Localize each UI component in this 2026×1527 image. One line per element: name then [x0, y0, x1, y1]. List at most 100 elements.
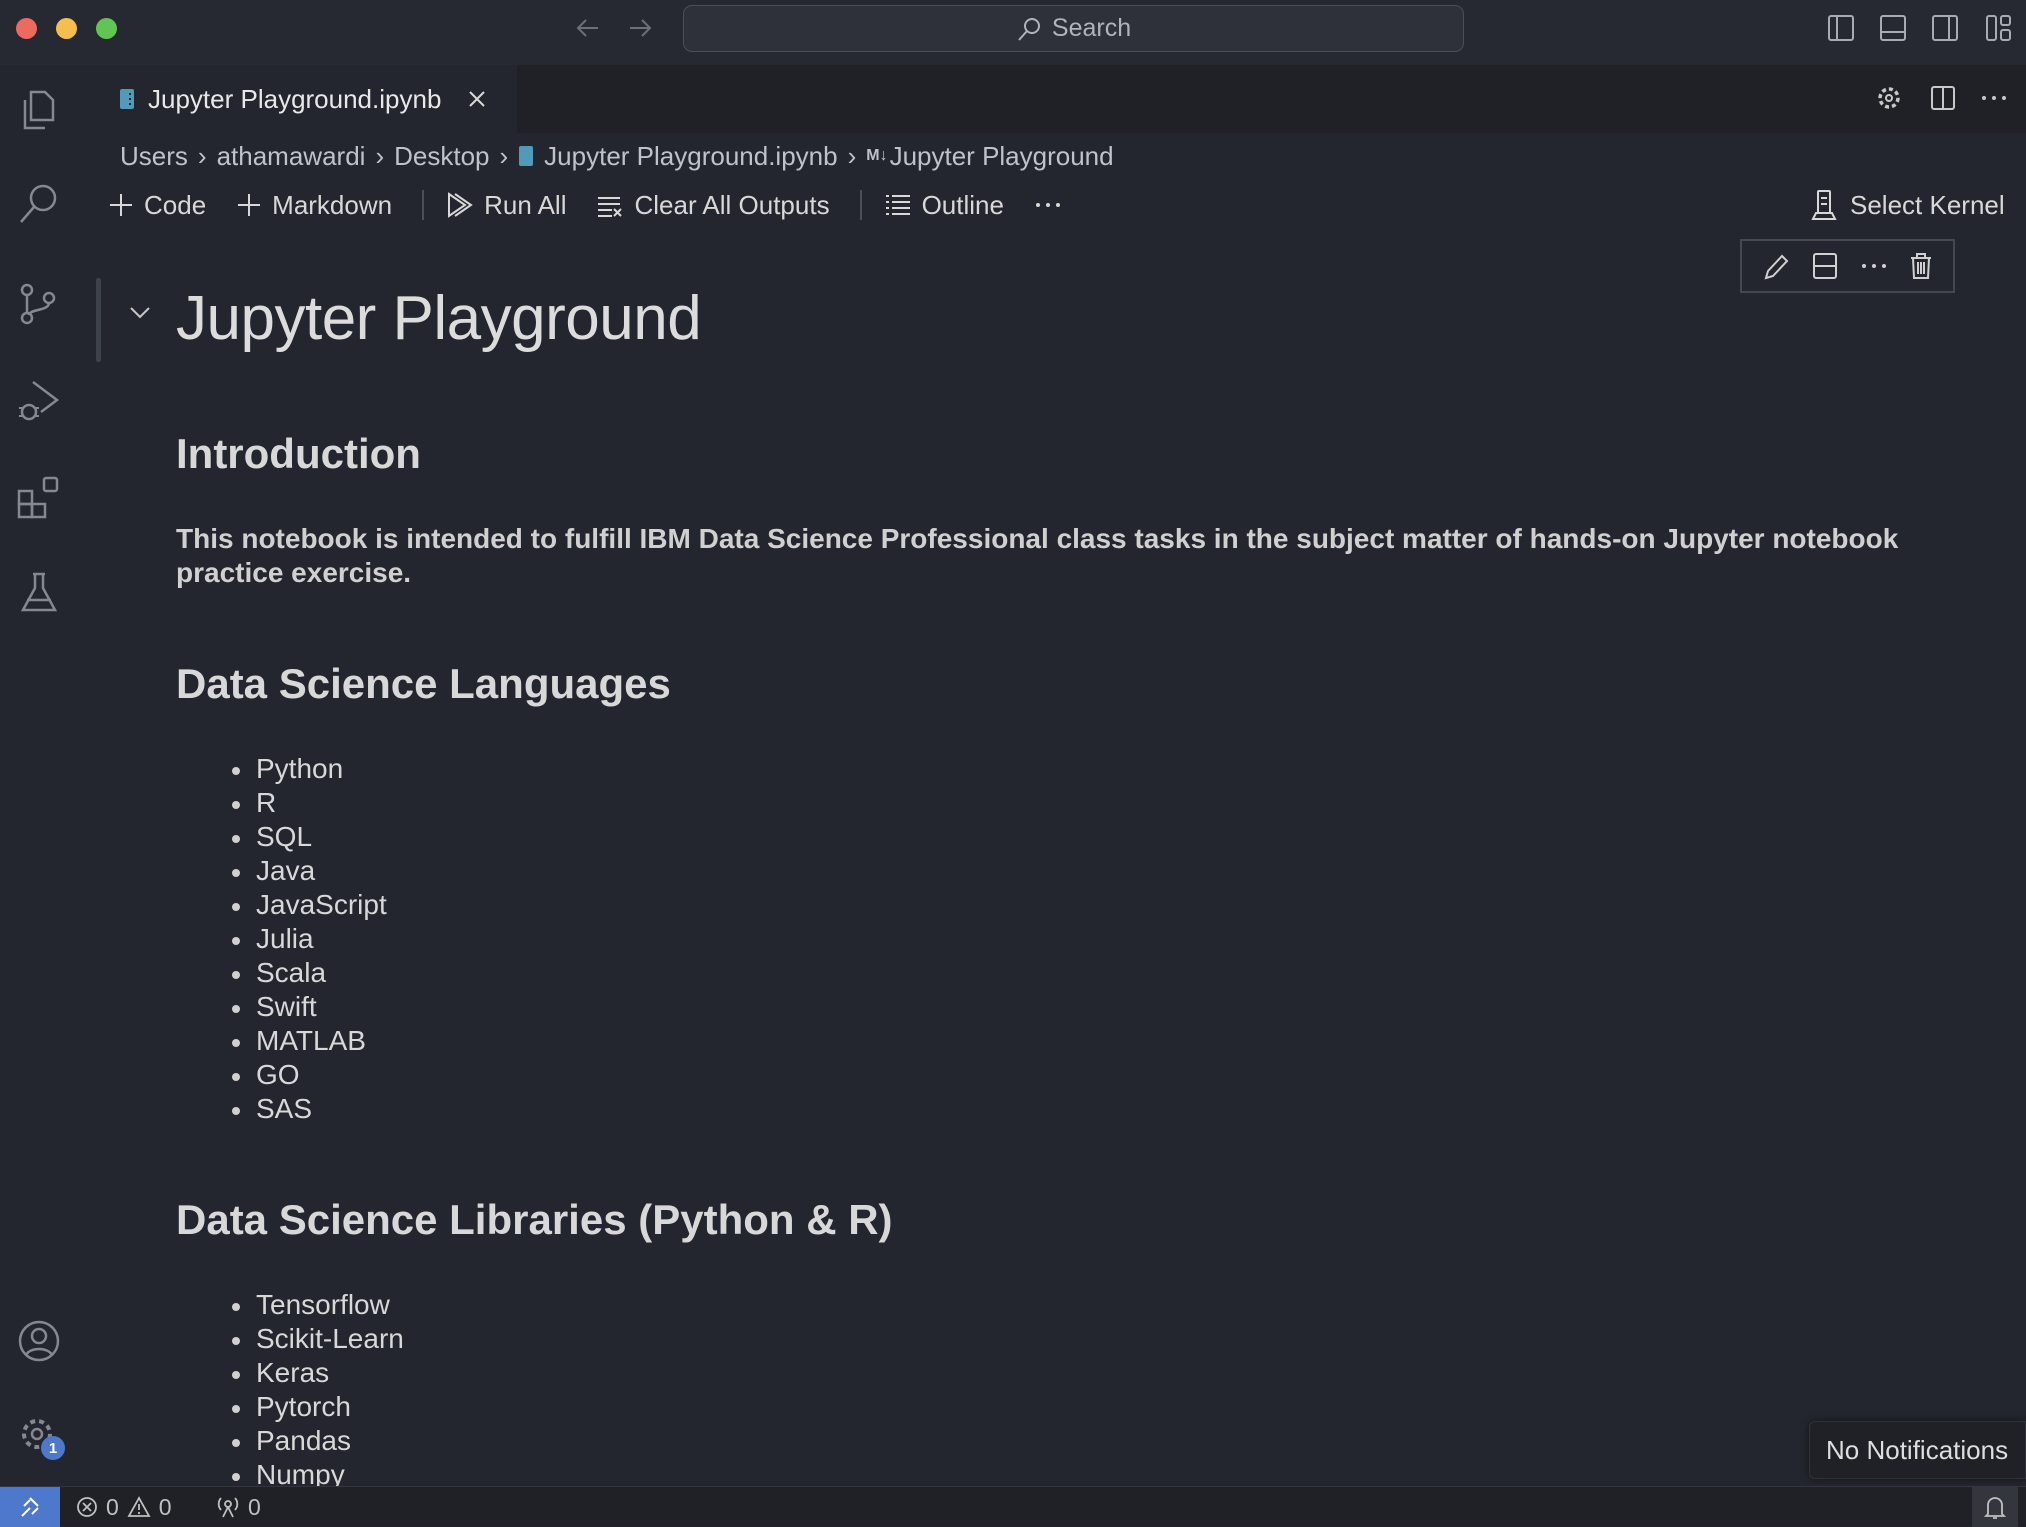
toggle-secondary-sidebar-icon[interactable]	[1931, 14, 1959, 42]
edit-pencil-icon[interactable]	[1762, 252, 1790, 280]
breadcrumb-user[interactable]: athamawardi	[217, 141, 366, 172]
toggle-primary-sidebar-icon[interactable]	[1827, 14, 1855, 42]
list-item: Pytorch	[176, 1390, 404, 1424]
list-item: GO	[176, 1058, 387, 1092]
breadcrumb-users[interactable]: Users	[120, 141, 188, 172]
notebook-title: Jupyter Playground	[176, 284, 702, 353]
toggle-panel-icon[interactable]	[1879, 14, 1907, 42]
gear-icon[interactable]	[1876, 85, 1902, 111]
toolbar-more-button[interactable]	[1034, 200, 1062, 210]
run-all-button[interactable]: Run All	[446, 190, 566, 221]
bell-icon	[1984, 1497, 2006, 1519]
close-tab-icon[interactable]	[467, 89, 487, 109]
markdown-label: Markdown	[272, 189, 393, 220]
intro-paragraph: This notebook is intended to fulfill IBM…	[176, 523, 1899, 588]
list-item: Python	[176, 752, 387, 786]
list-item: Swift	[176, 990, 387, 1024]
customize-layout-icon[interactable]	[1985, 14, 2013, 42]
clear-outputs-label: Clear All Outputs	[634, 189, 830, 220]
breadcrumb-heading[interactable]: Jupyter Playground	[890, 141, 1114, 172]
notebook-icon	[518, 145, 534, 167]
more-icon	[1035, 203, 1060, 207]
languages-list: Python R SQL Java JavaScript Julia Scala…	[176, 752, 387, 1126]
plus-icon	[238, 194, 261, 216]
split-editor-icon[interactable]	[1930, 85, 1956, 111]
accounts-icon[interactable]	[17, 1319, 61, 1363]
libraries-heading: Data Science Libraries (Python & R)	[176, 1196, 893, 1243]
notification-toast: No Notifications	[1809, 1421, 2026, 1479]
run-all-label: Run All	[484, 189, 567, 220]
add-markdown-cell-button[interactable]: Markdown	[236, 190, 392, 221]
list-item: Scikit-Learn	[176, 1322, 404, 1356]
list-item: Scala	[176, 956, 387, 990]
back-arrow-icon[interactable]	[574, 14, 602, 42]
breadcrumb-desktop[interactable]: Desktop	[394, 141, 489, 172]
clear-all-outputs-button[interactable]: Clear All Outputs	[596, 189, 830, 221]
list-item: R	[176, 786, 387, 820]
list-item: Julia	[176, 922, 387, 956]
collapse-chevron-icon[interactable]	[128, 304, 152, 320]
list-item: MATLAB	[176, 1024, 387, 1058]
minimize-window-button[interactable]	[56, 18, 77, 39]
title-bar: Search	[0, 0, 2026, 65]
remote-icon	[21, 1497, 39, 1517]
more-actions-icon[interactable]	[1980, 85, 2008, 111]
testing-icon[interactable]	[17, 570, 61, 614]
code-label: Code	[144, 189, 207, 220]
clear-outputs-icon	[598, 197, 623, 217]
outline-list-icon	[885, 195, 910, 215]
list-item: Keras	[176, 1356, 404, 1390]
delete-cell-trash-icon[interactable]	[1909, 252, 1933, 280]
list-item: SQL	[176, 820, 387, 854]
ports-button[interactable]: 0	[216, 1487, 261, 1527]
explorer-icon[interactable]	[17, 88, 61, 132]
plus-icon	[110, 194, 132, 216]
remote-indicator-button[interactable]	[0, 1487, 60, 1527]
markdown-icon: M↓	[866, 147, 888, 164]
search-icon[interactable]	[17, 182, 61, 226]
list-item: Tensorflow	[176, 1288, 404, 1322]
source-control-icon[interactable]	[17, 282, 61, 326]
outline-label: Outline	[921, 189, 1004, 220]
kernel-icon	[1810, 189, 1838, 221]
list-item: Java	[176, 854, 387, 888]
run-debug-icon[interactable]	[17, 378, 61, 422]
breadcrumb: Users › athamawardi › Desktop › Jupyter Pla…	[120, 138, 1114, 174]
toolbar-divider	[859, 190, 862, 220]
libraries-list: Tensorflow Scikit-Learn Keras Pytorch Pa…	[176, 1288, 404, 1486]
maximize-window-button[interactable]	[96, 18, 117, 39]
search-placeholder: Search	[1051, 14, 1132, 42]
problems-button[interactable]: 0 0	[76, 1487, 172, 1527]
extensions-icon[interactable]	[17, 475, 61, 519]
toolbar-divider	[422, 190, 425, 220]
select-kernel-button[interactable]: Select Kernel	[1810, 184, 2005, 226]
chevron-right-icon: ›	[197, 140, 207, 171]
notebook-toolbar: Code Markdown Run All Clear All Outputs …	[108, 184, 1092, 226]
chevron-right-icon: ›	[847, 140, 857, 171]
cell-more-icon[interactable]	[1860, 261, 1888, 271]
run-all-icon	[448, 192, 473, 218]
search-input[interactable]: Search	[683, 5, 1464, 52]
error-icon	[77, 1497, 97, 1517]
manage-gear-icon[interactable]: 1	[17, 1412, 65, 1460]
tab-label: Jupyter Playground.ipynb	[148, 83, 442, 114]
forward-arrow-icon[interactable]	[626, 14, 654, 42]
list-item: Numpy	[176, 1458, 404, 1486]
notebook-icon	[118, 87, 136, 111]
notifications-bell-button[interactable]	[1972, 1487, 2018, 1527]
list-item: SAS	[176, 1092, 387, 1126]
search-icon	[1016, 16, 1042, 42]
chevron-right-icon: ›	[375, 140, 385, 171]
tab-jupyter-playground[interactable]: Jupyter Playground.ipynb	[78, 65, 517, 133]
split-cell-icon[interactable]	[1811, 252, 1839, 280]
warning-count: 0	[158, 1493, 172, 1520]
cell-focus-indicator	[96, 278, 101, 362]
chevron-right-icon: ›	[499, 140, 509, 171]
libraries-list-container: Tensorflow Scikit-Learn Keras Pytorch Pa…	[176, 1288, 404, 1486]
breadcrumb-file[interactable]: Jupyter Playground.ipynb	[544, 141, 837, 172]
intro-heading: Introduction	[176, 430, 421, 477]
outline-button[interactable]: Outline	[884, 190, 1004, 221]
close-window-button[interactable]	[16, 18, 37, 39]
add-code-cell-button[interactable]: Code	[108, 190, 206, 221]
list-item: Pandas	[176, 1424, 404, 1458]
